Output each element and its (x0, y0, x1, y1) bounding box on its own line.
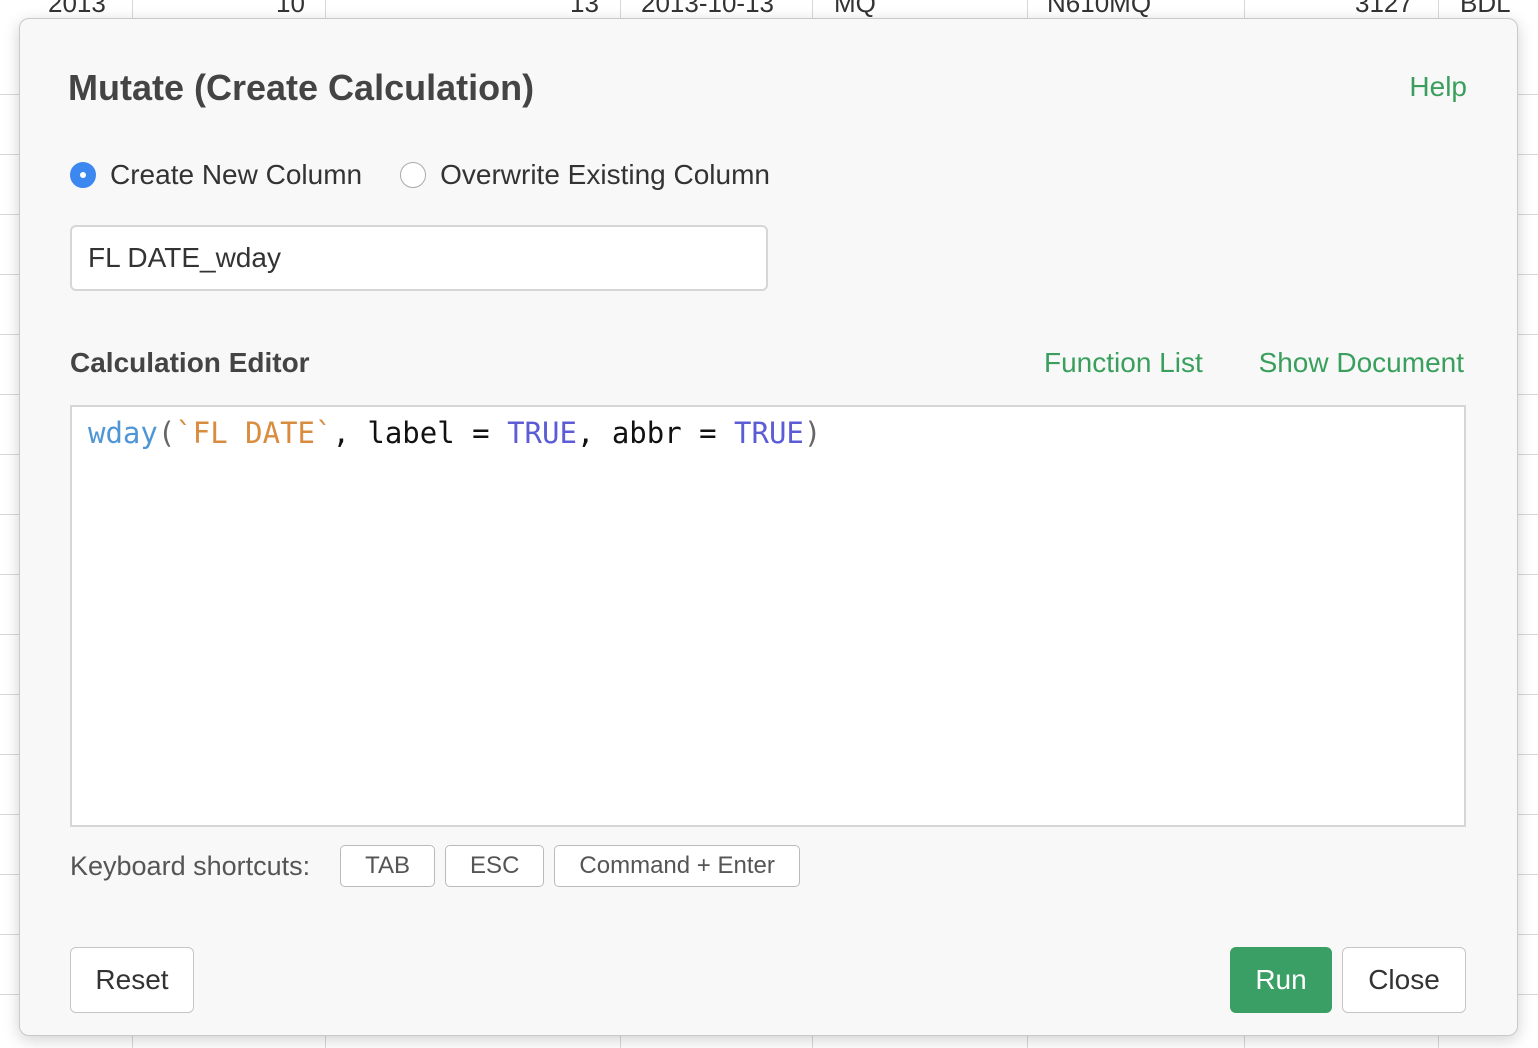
code-function-token: wday (88, 416, 158, 450)
code-argument-token: , label = (332, 416, 508, 450)
code-keyword-token: TRUE (734, 416, 804, 450)
close-button[interactable]: Close (1342, 947, 1466, 1013)
table-cell: 2013-10-13 (641, 0, 774, 18)
table-cell: 10 (276, 0, 305, 18)
radio-button[interactable] (400, 162, 427, 188)
shortcut-key-tab: TAB (340, 845, 436, 887)
table-cell: 13 (570, 0, 599, 18)
shortcut-key-esc: ESC (445, 845, 545, 887)
radio-label: Create New Column (110, 159, 363, 190)
radio-label: Overwrite Existing Column (440, 159, 770, 190)
column-mode-radio-group: Create New Column Overwrite Existing Col… (70, 159, 808, 191)
function-list-link[interactable]: Function List (1044, 347, 1203, 379)
background-row: 2013 10 13 2013-10-13 MQ N610MQ 3127 BDL (0, 0, 1538, 18)
table-cell: N610MQ (1047, 0, 1152, 18)
create-new-column-option[interactable]: Create New Column (70, 159, 362, 191)
table-cell: BDL (1460, 0, 1511, 18)
run-button[interactable]: Run (1230, 947, 1332, 1013)
calculation-editor-label: Calculation Editor (70, 347, 310, 378)
table-cell: MQ (834, 0, 876, 18)
code-argument-token: , abbr = (576, 416, 735, 450)
code-keyword-token: TRUE (507, 416, 577, 450)
code-column-token: `FL DATE` (175, 416, 333, 450)
show-document-link[interactable]: Show Document (1259, 347, 1464, 379)
code-paren-token: ( (157, 416, 176, 450)
new-column-name-input[interactable] (70, 225, 768, 291)
dialog-title: Mutate (Create Calculation) (68, 67, 535, 108)
help-link[interactable]: Help (1409, 71, 1467, 103)
reset-button[interactable]: Reset (70, 947, 194, 1013)
shortcuts-label: Keyboard shortcuts: (70, 850, 311, 881)
keyboard-shortcuts: Keyboard shortcuts: TAB ESC Command + En… (70, 845, 810, 887)
table-cell: 3127 (1355, 0, 1413, 18)
shortcut-key-command-enter: Command + Enter (554, 845, 800, 887)
calculation-code-editor[interactable]: wday(`FL DATE`, label = TRUE, abbr = TRU… (70, 405, 1466, 827)
code-paren-token: ) (803, 416, 822, 450)
overwrite-existing-column-option[interactable]: Overwrite Existing Column (400, 159, 770, 191)
table-cell: 2013 (48, 0, 106, 18)
radio-button-checked[interactable] (70, 162, 96, 188)
mutate-dialog: Mutate (Create Calculation) Help Create … (19, 18, 1518, 1036)
